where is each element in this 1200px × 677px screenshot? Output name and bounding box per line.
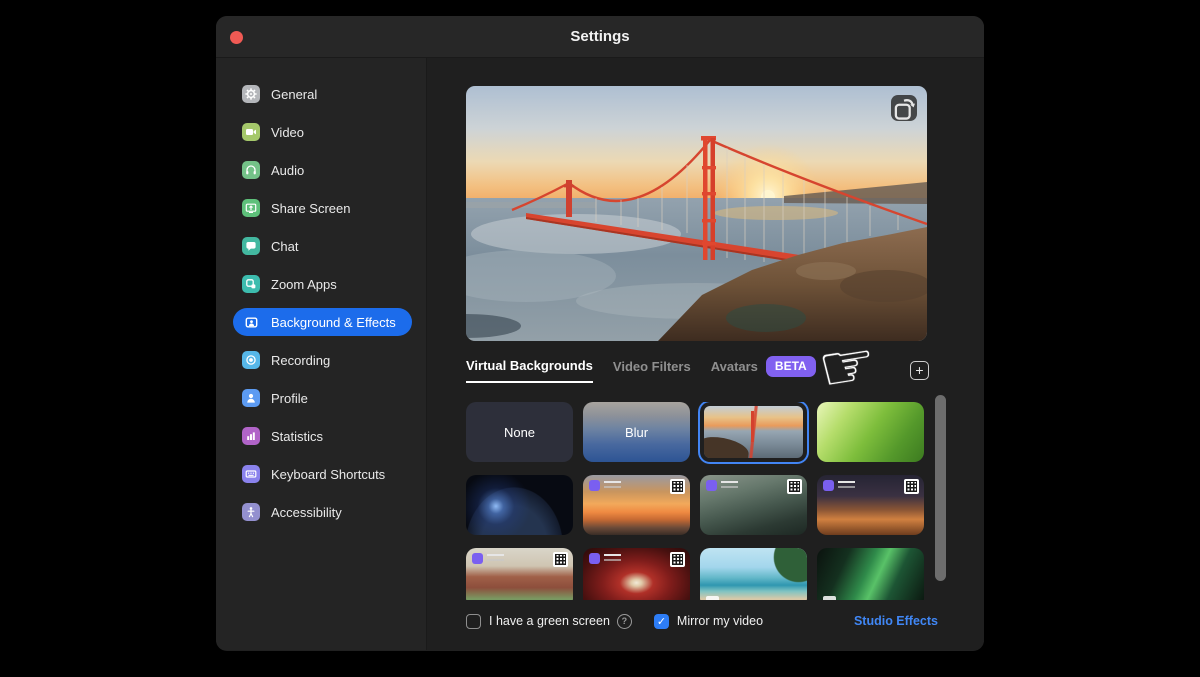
tab-label: Avatars [711, 359, 758, 374]
bar-chart-icon [242, 427, 260, 445]
sidebar-item-background-effects[interactable]: Background & Effects [233, 308, 412, 336]
title-bar: Settings [216, 16, 984, 58]
thumbnail-bridge-sunset-selected[interactable] [700, 402, 807, 462]
thumbnail-label: None [504, 425, 535, 440]
sidebar-item-label: Profile [271, 391, 308, 406]
tab-video-filters[interactable]: Video Filters [613, 359, 691, 382]
sidebar-item-profile[interactable]: Profile [233, 384, 412, 412]
share-screen-icon [242, 199, 260, 217]
sidebar-item-label: Recording [271, 353, 330, 368]
thumbnail-aurora[interactable] [817, 548, 924, 600]
brand-logo [589, 480, 600, 491]
sidebar-item-label: Background & Effects [271, 315, 396, 330]
qr-code [787, 479, 802, 494]
sidebar-item-label: Share Screen [271, 201, 351, 216]
popout-icon [891, 95, 917, 121]
sidebar-item-label: Statistics [271, 429, 323, 444]
video-camera-icon [242, 123, 260, 141]
thumbnail-city-night[interactable] [817, 475, 924, 535]
brand-logo [823, 480, 834, 491]
background-icon [242, 313, 260, 331]
background-tabs: Virtual Backgrounds Video Filters Avatar… [466, 356, 816, 385]
thumbnail-grass[interactable] [817, 402, 924, 462]
chat-bubble-icon [242, 237, 260, 255]
thumbnail-badge [823, 596, 836, 600]
close-window-button[interactable] [230, 31, 243, 44]
person-icon [242, 389, 260, 407]
brand-logo [472, 553, 483, 564]
brand-logo [589, 553, 600, 564]
sidebar-item-chat[interactable]: Chat [233, 232, 412, 260]
add-background-button[interactable]: + [910, 361, 929, 380]
sidebar-item-label: General [271, 87, 317, 102]
popout-preview-button[interactable] [891, 95, 917, 121]
qr-code [553, 552, 568, 567]
panel-footer: I have a green screen ? ✓ Mirror my vide… [466, 610, 938, 632]
sidebar-item-recording[interactable]: Recording [233, 346, 412, 374]
scrollbar-thumb[interactable] [935, 395, 946, 581]
sidebar-item-accessibility[interactable]: Accessibility [233, 498, 412, 526]
thumbnail-campus[interactable] [466, 548, 573, 600]
headphones-icon [242, 161, 260, 179]
brand-text-lines [604, 481, 621, 489]
sidebar-item-label: Audio [271, 163, 304, 178]
gear-icon [242, 85, 260, 103]
sidebar-item-label: Video [271, 125, 304, 140]
window-title: Settings [570, 28, 629, 45]
tab-virtual-backgrounds[interactable]: Virtual Backgrounds [466, 358, 593, 383]
record-icon [242, 351, 260, 369]
settings-sidebar: General Video Audio [216, 58, 427, 650]
green-screen-label: I have a green screen [489, 614, 610, 628]
sidebar-item-audio[interactable]: Audio [233, 156, 412, 184]
tab-label: Virtual Backgrounds [466, 358, 593, 373]
studio-effects-link[interactable]: Studio Effects [854, 614, 938, 628]
mirror-video-checkbox[interactable]: ✓ [654, 614, 669, 629]
keyboard-icon [242, 465, 260, 483]
thumbnail-misty-valley[interactable] [700, 475, 807, 535]
sidebar-item-share-screen[interactable]: Share Screen [233, 194, 412, 222]
thumbnail-beach-palm[interactable] [700, 548, 807, 600]
sidebar-item-label: Accessibility [271, 505, 342, 520]
thumbnail-theater[interactable] [583, 548, 690, 600]
thumbnail-blur[interactable]: Blur [583, 402, 690, 462]
brand-text-lines [487, 554, 504, 562]
tab-label: Video Filters [613, 359, 691, 374]
thumbnail-badge [706, 596, 719, 600]
sidebar-item-general[interactable]: General [233, 80, 412, 108]
mirror-video-label: Mirror my video [677, 614, 763, 628]
brand-text-lines [721, 481, 738, 489]
beta-badge: BETA [766, 356, 816, 377]
sidebar-item-zoom-apps[interactable]: Zoom Apps [233, 270, 412, 298]
sidebar-item-video[interactable]: Video [233, 118, 412, 146]
screen: Settings General Video [0, 0, 1200, 677]
green-screen-checkbox[interactable] [466, 614, 481, 629]
brand-text-lines [838, 481, 855, 489]
thumbnail-sunset-sky[interactable] [583, 475, 690, 535]
sidebar-item-label: Zoom Apps [271, 277, 337, 292]
sidebar-item-label: Keyboard Shortcuts [271, 467, 385, 482]
background-effects-panel: Virtual Backgrounds Video Filters Avatar… [427, 58, 984, 650]
qr-code [904, 479, 919, 494]
sidebar-item-keyboard-shortcuts[interactable]: Keyboard Shortcuts [233, 460, 412, 488]
sidebar-item-statistics[interactable]: Statistics [233, 422, 412, 450]
thumbnail-earth-space[interactable] [466, 475, 573, 535]
thumbnail-none[interactable]: None [466, 402, 573, 462]
accessibility-icon [242, 503, 260, 521]
qr-code [670, 552, 685, 567]
thumbnail-label: Blur [625, 425, 648, 440]
background-thumbnails: None Blur [466, 402, 927, 600]
brand-text-lines [604, 554, 621, 562]
qr-code [670, 479, 685, 494]
video-preview [466, 86, 927, 341]
sidebar-item-label: Chat [271, 239, 298, 254]
apps-icon [242, 275, 260, 293]
brand-logo [706, 480, 717, 491]
help-icon[interactable]: ? [617, 614, 632, 629]
tab-avatars[interactable]: Avatars BETA [711, 356, 816, 385]
settings-window: Settings General Video [216, 16, 984, 651]
golden-gate-preview-image [466, 86, 927, 341]
